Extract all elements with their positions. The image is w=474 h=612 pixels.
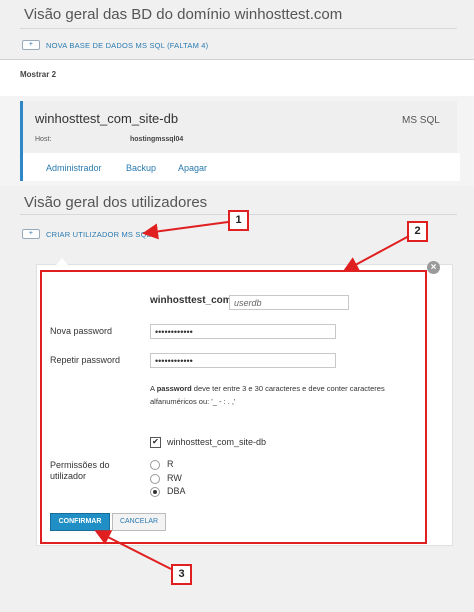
arrow-3 [94, 530, 172, 570]
arrow-2 [342, 235, 410, 272]
arrow-1 [142, 221, 229, 240]
annotation-arrows [94, 221, 410, 570]
